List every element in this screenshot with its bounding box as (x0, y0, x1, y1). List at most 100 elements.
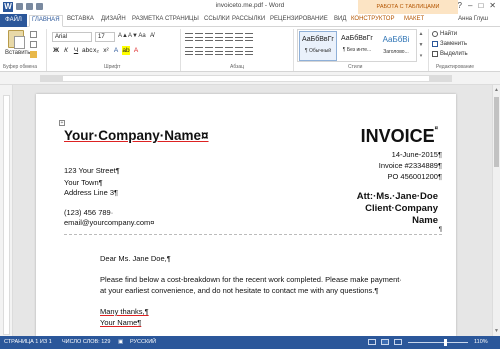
style-normal[interactable]: АаБбВвГг ¶ Обычный (299, 31, 337, 61)
change-case-icon[interactable]: Aa (138, 32, 146, 41)
scroll-down-icon[interactable]: ▼ (494, 328, 499, 334)
shading-icon[interactable] (235, 47, 243, 55)
greeting-line[interactable]: Dear Ms. Jane Doe,¶ (100, 254, 171, 263)
subscript-icon[interactable]: x₂ (92, 46, 100, 55)
tab-home[interactable]: ГЛАВНАЯ (29, 15, 63, 27)
format-painter-icon[interactable] (30, 51, 37, 58)
font-size-field[interactable]: 17 (95, 32, 115, 42)
strikethrough-icon[interactable]: abc (82, 46, 92, 55)
tab-review[interactable]: РЕЦЕНЗИРОВАНИЕ (270, 16, 328, 22)
justify-icon[interactable] (215, 47, 223, 55)
grow-font-icon[interactable]: A▲ (118, 32, 128, 41)
italic-button[interactable]: К (62, 46, 70, 55)
align-center-icon[interactable] (195, 47, 203, 55)
copy-icon[interactable] (30, 41, 37, 48)
bullets-icon[interactable] (185, 33, 193, 41)
select-icon (432, 51, 438, 57)
address-line-3[interactable]: Address Line 3¶ (64, 188, 118, 197)
tab-mailings[interactable]: РАССЫЛКИ (232, 16, 265, 22)
paste-button-label[interactable]: Вставить (5, 50, 30, 56)
decrease-indent-icon[interactable] (215, 33, 223, 41)
tab-layout-table[interactable]: МАКЕТ (404, 16, 424, 22)
text-effects-icon[interactable]: A (112, 46, 120, 55)
tab-constructor[interactable]: КОНСТРУКТОР (351, 16, 394, 22)
cut-icon[interactable] (30, 31, 37, 38)
tab-design[interactable]: ДИЗАЙН (101, 16, 126, 22)
phone-number[interactable]: (123) 456 789· (64, 208, 113, 217)
scroll-thumb[interactable] (494, 97, 499, 167)
word-count[interactable]: ЧИСЛО СЛОВ: 129 (62, 339, 110, 345)
highlight-icon[interactable]: ab (122, 46, 130, 55)
user-account[interactable]: Анна Глуш (458, 16, 488, 22)
invoice-title[interactable]: INVOICE¤ (361, 126, 438, 147)
body-line-2[interactable]: at your earliest convenience, and do not… (100, 286, 378, 295)
style-heading[interactable]: АаБбВі Заголово... (377, 31, 415, 61)
tab-file[interactable]: ФАЙЛ (0, 14, 27, 27)
editing-group-label: Редактирование (436, 64, 475, 70)
scroll-up-icon[interactable]: ▲ (494, 87, 499, 93)
minimize-icon[interactable]: – (468, 1, 472, 10)
closing-line[interactable]: Many thanks,¶ (100, 307, 149, 316)
align-right-icon[interactable] (205, 47, 213, 55)
address-line-2[interactable]: Your Town¶ (64, 178, 103, 187)
horizontal-ruler[interactable] (0, 72, 500, 85)
clipboard-group-label[interactable]: Буфер обмена (3, 64, 37, 70)
maximize-icon[interactable]: □ (478, 1, 483, 10)
web-layout-icon[interactable] (394, 339, 402, 345)
tab-references[interactable]: ССЫЛКИ (204, 16, 230, 22)
att-line-2[interactable]: Client·Company (365, 203, 438, 214)
paste-icon[interactable] (8, 30, 25, 49)
vertical-scrollbar[interactable]: ▲ ▼ (492, 85, 500, 336)
page-count[interactable]: СТРАНИЦА 1 ИЗ 1 (4, 339, 52, 345)
select-button[interactable]: Выделить (432, 51, 468, 57)
read-mode-icon[interactable] (368, 339, 376, 345)
body-line-1[interactable]: Please find below a cost-breakdown for t… (100, 275, 402, 284)
increase-indent-icon[interactable] (225, 33, 233, 41)
tab-view[interactable]: ВИД (334, 16, 346, 22)
att-line-3[interactable]: Name (412, 215, 438, 226)
line-spacing-icon[interactable] (225, 47, 233, 55)
font-name-field[interactable]: Arial (52, 32, 92, 42)
po-number[interactable]: PO 456001200¶ (388, 172, 443, 181)
borders-icon[interactable] (245, 47, 253, 55)
multilevel-list-icon[interactable] (205, 33, 213, 41)
att-line-1[interactable]: Att:·Ms.·Jane·Doe (357, 191, 438, 202)
zoom-slider[interactable] (408, 339, 468, 346)
zoom-slider-thumb[interactable] (444, 339, 447, 346)
bold-button[interactable]: Ж (52, 46, 60, 55)
list-tools (185, 33, 253, 41)
tab-layout[interactable]: РАЗМЕТКА СТРАНИЦЫ (132, 16, 199, 22)
print-layout-icon[interactable] (381, 339, 389, 345)
align-left-icon[interactable] (185, 47, 193, 55)
company-name[interactable]: Your·Company·Name¤ (64, 128, 209, 143)
styles-group-label[interactable]: Стили (348, 64, 362, 70)
invoice-number[interactable]: Invoice #2334889¶ (379, 161, 442, 170)
language-indicator[interactable]: РУССКИЙ (130, 339, 156, 345)
invoice-date[interactable]: 14-June-2015¶ (392, 150, 442, 159)
vertical-ruler[interactable] (0, 85, 13, 336)
superscript-icon[interactable]: x² (102, 46, 110, 55)
paragraph-group-label[interactable]: Абзац (230, 64, 244, 70)
replace-button[interactable]: Заменить (432, 41, 467, 47)
email-address[interactable]: email@yourcompany.com¤ (64, 218, 154, 227)
shrink-font-icon[interactable]: A▼ (128, 32, 138, 41)
show-marks-icon[interactable] (245, 33, 253, 41)
find-button[interactable]: Найти (432, 31, 457, 37)
close-icon[interactable]: ✕ (489, 1, 496, 10)
underline-button[interactable]: Ч (72, 46, 80, 55)
numbering-icon[interactable] (195, 33, 203, 41)
address-line-1[interactable]: 123 Your Street¶ (64, 166, 120, 175)
document-page[interactable]: + Your·Company·Name¤ INVOICE¤ 123 Your S… (36, 94, 456, 336)
help-icon[interactable]: ? (458, 1, 462, 10)
style-no-spacing[interactable]: АаБбВвГг ¶ Без инте... (338, 31, 376, 61)
tab-insert[interactable]: ВСТАВКА (67, 16, 94, 22)
table-move-handle-icon[interactable]: + (59, 120, 65, 126)
styles-scroll[interactable]: ▲ ▼ ▾ (418, 29, 424, 62)
font-color-icon[interactable]: A (132, 46, 140, 55)
clear-format-icon[interactable]: A̸ (148, 32, 156, 41)
proofing-icon[interactable]: ▣ (118, 339, 123, 345)
zoom-level[interactable]: 110% (474, 339, 488, 345)
sort-icon[interactable] (235, 33, 243, 41)
font-group-label[interactable]: Шрифт (104, 64, 120, 70)
signature-line[interactable]: Your Name¶ (100, 318, 141, 327)
